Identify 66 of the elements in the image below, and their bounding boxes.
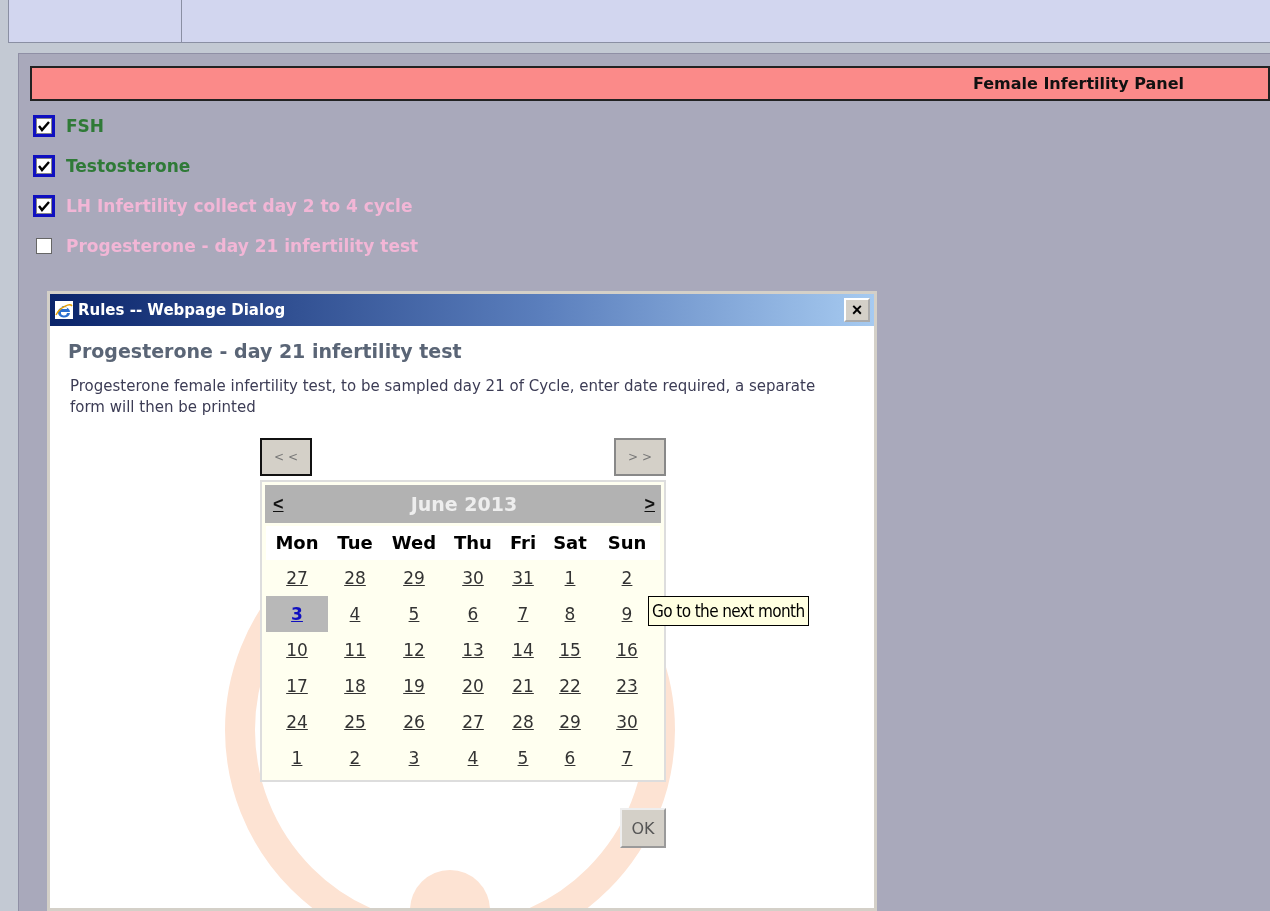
day-link[interactable]: 24 [266,704,328,740]
day-link[interactable]: 2 [328,740,382,776]
day-link[interactable]: 2 [594,560,660,596]
previous-month-link[interactable]: < [273,493,284,515]
day-link[interactable]: 19 [382,668,446,704]
day-link[interactable]: 3 [266,596,328,632]
test-label: FSH [66,116,105,136]
weekday-label: Sun [594,526,660,560]
day-link[interactable]: 25 [328,704,382,740]
day-link[interactable]: 23 [594,668,660,704]
day-link[interactable]: 30 [594,704,660,740]
day-link[interactable]: 20 [446,668,500,704]
day-link[interactable]: 14 [500,632,546,668]
test-label: LH Infertility collect day 2 to 4 cycle [66,196,413,216]
day-link[interactable]: 18 [328,668,382,704]
day-link[interactable]: 31 [500,560,546,596]
day-link[interactable]: 22 [546,668,594,704]
day-link[interactable]: 30 [446,560,500,596]
weekday-label: Tue [328,526,382,560]
browser-icon [54,300,74,320]
day-link[interactable]: 1 [266,740,328,776]
ok-button[interactable]: OK [620,808,666,848]
weekday-label: Wed [382,526,446,560]
day-link[interactable]: 6 [546,740,594,776]
day-link[interactable]: 7 [500,596,546,632]
day-link[interactable]: 5 [382,596,446,632]
checkbox[interactable] [36,118,52,134]
day-link[interactable]: 26 [382,704,446,740]
day-link[interactable]: 3 [382,740,446,776]
month-title: June 2013 [410,493,518,515]
day-link[interactable]: 29 [382,560,446,596]
day-link[interactable]: 27 [446,704,500,740]
next-month-link[interactable]: > [644,493,655,515]
day-link[interactable]: 1 [546,560,594,596]
day-link[interactable]: 21 [500,668,546,704]
day-link[interactable]: 4 [328,596,382,632]
test-label: Testosterone [66,156,191,176]
checkbox[interactable] [36,198,52,214]
dialog-title: Rules -- Webpage Dialog [78,301,287,319]
day-link[interactable]: 17 [266,668,328,704]
day-link[interactable]: 5 [500,740,546,776]
weekday-label: Sat [546,526,594,560]
panel-title: Female Infertility Panel [972,74,1184,93]
day-link[interactable]: 7 [594,740,660,776]
day-link[interactable]: 28 [328,560,382,596]
day-link[interactable]: 12 [382,632,446,668]
day-link[interactable]: 13 [446,632,500,668]
checkbox[interactable] [36,158,52,174]
day-link[interactable]: 15 [546,632,594,668]
weekday-label: Fri [500,526,546,560]
tooltip: Go to the next month [648,596,809,626]
day-link[interactable]: 4 [446,740,500,776]
day-link[interactable]: 16 [594,632,660,668]
description-text: Progesterone female infertility test, to be sampled day 21 of Cycle, enter date required, a separate form will then be printed [70,376,817,418]
close-button[interactable]: × [844,298,870,322]
weekday-label: Thu [446,526,500,560]
day-link[interactable]: 6 [446,596,500,632]
weekday-label: Mon [266,526,328,560]
day-link[interactable]: 29 [546,704,594,740]
day-link[interactable]: 28 [500,704,546,740]
day-link[interactable]: 11 [328,632,382,668]
dialog-heading: Progesterone - day 21 infertility test [68,340,463,362]
day-link[interactable]: 8 [546,596,594,632]
test-label: Progesterone - day 21 infertility test [66,236,419,256]
day-link[interactable]: 10 [266,632,328,668]
day-link[interactable]: 27 [266,560,328,596]
